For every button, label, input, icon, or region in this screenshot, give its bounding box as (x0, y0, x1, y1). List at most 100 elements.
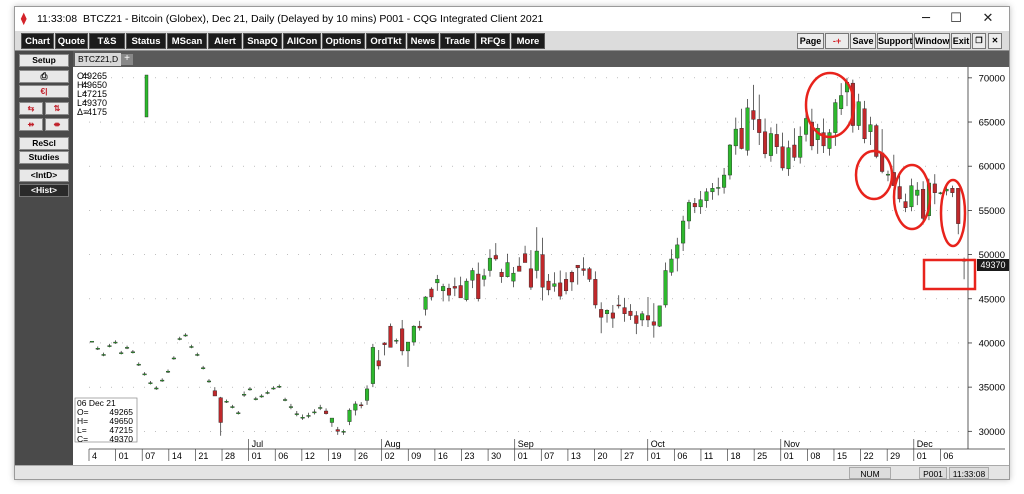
candle-body (154, 387, 159, 390)
page-button[interactable]: Page (797, 33, 824, 49)
candle (493, 243, 498, 261)
x-tick-label-2: 07 (145, 451, 155, 461)
candle (710, 183, 715, 200)
x-tick-label-25: 25 (757, 451, 767, 461)
y-axis: 3000035000400004500050000550006000065000… (967, 67, 1005, 449)
candle (242, 391, 247, 397)
candle-body (786, 147, 791, 170)
ordtkt-button[interactable]: OrdTkt (366, 33, 406, 49)
maximize-icon[interactable]: ☐ (941, 10, 971, 28)
candle-body (833, 102, 838, 133)
candle (277, 384, 282, 389)
candle-body (417, 325, 422, 329)
candle (405, 341, 411, 367)
tas-button[interactable]: T&S (89, 33, 125, 49)
candle-body (587, 268, 592, 280)
candle-body (903, 201, 908, 208)
candle (681, 215, 686, 252)
more-button[interactable]: More (511, 33, 545, 49)
candle-body (464, 280, 469, 300)
candle (722, 167, 727, 194)
current-bar-indicator (144, 74, 149, 118)
candle (517, 257, 522, 272)
candle (523, 245, 528, 263)
candle (435, 274, 440, 291)
last-price-label: 49370 (980, 260, 1005, 270)
studies-button[interactable]: Studies (19, 151, 69, 164)
candle-body (909, 185, 914, 208)
ohlc-top-readout: O=49265 H=49650 L=47215 L=49370 Δ=-4175 (77, 71, 107, 117)
support-button[interactable]: Support (877, 33, 913, 49)
close-icon[interactable]: ✕ (988, 33, 1002, 49)
candle (95, 346, 100, 351)
x-tick-label-16: 01 (518, 451, 528, 461)
exit-button[interactable]: Exit (951, 33, 971, 49)
rescale-button[interactable]: ReScl (19, 137, 69, 150)
zoom-button[interactable]: -+ (825, 33, 849, 49)
candle-body (253, 398, 258, 400)
mscan-button[interactable]: MScan (167, 33, 207, 49)
setup-button[interactable]: Setup (19, 54, 69, 67)
candle-body (657, 305, 662, 327)
title-bar: ⧫ 11:33:08 BTCZ21 - Bitcoin (Globex), De… (15, 7, 1009, 31)
candle (768, 127, 773, 162)
clock: 11:33:08 (949, 467, 989, 479)
chart-tab[interactable]: BTCZ21,D (75, 53, 122, 66)
options-button[interactable]: Options (322, 33, 365, 49)
history-button[interactable]: <Hist> (19, 184, 69, 197)
save-button[interactable]: Save (850, 33, 876, 49)
candle-body (347, 409, 352, 422)
candle (593, 271, 598, 309)
candle-body (394, 340, 399, 342)
add-tab-icon[interactable]: + (121, 54, 133, 65)
restore-icon[interactable]: ❐ (972, 33, 986, 49)
candle (534, 227, 539, 279)
candle-body (236, 412, 241, 414)
minimize-icon[interactable]: ─ (911, 10, 941, 28)
candle-body (446, 287, 451, 296)
month-label-4: Nov (784, 439, 801, 449)
x-tick-label-3: 14 (172, 451, 182, 461)
currency-icon[interactable]: €| (19, 85, 69, 98)
candle (903, 193, 908, 213)
news-button[interactable]: News (407, 33, 439, 49)
price-chart[interactable]: 3000035000400004500050000550006000065000… (73, 67, 1009, 465)
rfqs-button[interactable]: RFQs (476, 33, 510, 49)
x-tick-label-11: 02 (385, 451, 395, 461)
alert-button[interactable]: Alert (208, 33, 242, 49)
candle (107, 343, 112, 348)
print-icon[interactable]: ⎙ (19, 70, 69, 83)
window-button[interactable]: Window (914, 33, 950, 49)
allcon-button[interactable]: AllCon (283, 33, 321, 49)
candle-body (376, 360, 381, 367)
candle (839, 83, 844, 115)
candle-body (739, 128, 744, 149)
candle (622, 297, 627, 322)
scroll-vertical-icon[interactable]: ⇅ (45, 102, 69, 115)
candle (540, 237, 545, 301)
candle-body (458, 285, 463, 299)
trade-button[interactable]: Trade (440, 33, 475, 49)
candle (411, 325, 416, 346)
x-tick-label-5: 28 (225, 451, 235, 461)
candle (177, 336, 182, 341)
candle (587, 266, 592, 282)
quote-button[interactable]: Quote (55, 33, 88, 49)
intraday-button[interactable]: <IntD> (19, 169, 69, 182)
candle-body (288, 406, 293, 408)
x-tick-label-8: 12 (305, 451, 315, 461)
scroll-left-icon[interactable]: ⇆ (19, 102, 43, 115)
expand-icon[interactable]: ⇼ (45, 118, 69, 131)
snapq-button[interactable]: SnapQ (243, 33, 282, 49)
status-button[interactable]: Status (126, 33, 166, 49)
chart-button[interactable]: Chart (21, 33, 54, 49)
close-icon[interactable]: ✕ (973, 10, 1003, 28)
candle-body (435, 279, 440, 284)
candle-body (827, 132, 832, 149)
candle-body (247, 388, 252, 391)
candle-body (283, 399, 288, 401)
compress-icon[interactable]: ⇻ (19, 118, 43, 131)
candle-body (359, 404, 364, 407)
x-tick-label-31: 01 (917, 451, 927, 461)
x-tick-label-22: 06 (677, 451, 687, 461)
